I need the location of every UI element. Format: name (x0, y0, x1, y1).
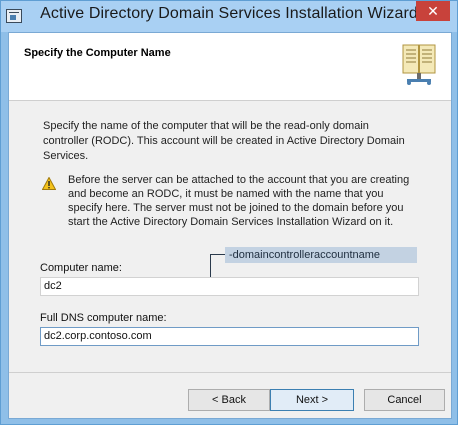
dns-name-label: Full DNS computer name: (40, 312, 167, 324)
computer-name-label: Computer name: (40, 262, 122, 274)
cancel-button[interactable]: Cancel (364, 389, 445, 411)
next-button[interactable]: Next > (270, 389, 354, 411)
title-bar[interactable]: Active Directory Domain Services Install… (1, 1, 457, 32)
warning-text: Before the server can be attached to the… (68, 174, 410, 228)
wizard-content: Specify the Computer Name Specify the na… (8, 32, 452, 419)
wizard-window: Active Directory Domain Services Install… (0, 0, 458, 425)
warning-icon (42, 177, 56, 190)
wizard-header: Specify the Computer Name (9, 33, 451, 101)
computer-name-field[interactable]: dc2 (40, 277, 419, 296)
window-title: Active Directory Domain Services Install… (40, 5, 418, 22)
book-icon (402, 44, 436, 85)
close-button[interactable]: ✕ (416, 1, 450, 21)
back-button[interactable]: < Back (188, 389, 270, 411)
footer-separator (9, 372, 451, 373)
callout-connector (210, 254, 225, 255)
page-title: Specify the Computer Name (24, 47, 171, 59)
description-text: Specify the name of the computer that wi… (43, 120, 405, 162)
dns-name-field[interactable]: dc2.corp.contoso.com (40, 327, 419, 346)
parameter-callout: -domaincontrolleraccountname (225, 247, 417, 263)
